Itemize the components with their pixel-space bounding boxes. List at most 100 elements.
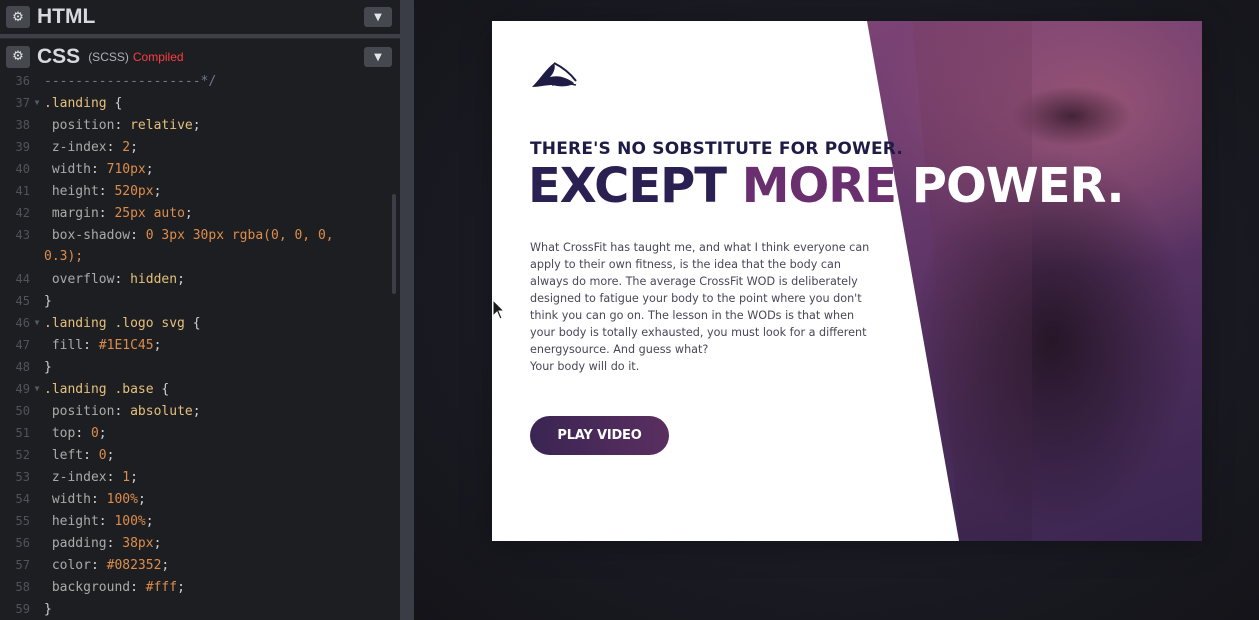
- code-scrollbar[interactable]: [392, 194, 396, 294]
- code-text: z-index: 1;: [51, 470, 138, 485]
- line-number: 50: [15, 404, 30, 418]
- code-line: 59}: [0, 598, 52, 620]
- line-number: 44: [15, 272, 30, 286]
- preview-pane: THERE'S NO SOBSTITUTE FOR POWER. EXCEPT …: [414, 0, 1259, 620]
- line-number: 51: [15, 426, 30, 440]
- code-text: margin: 25px auto;: [51, 206, 193, 221]
- line-number: 37: [15, 96, 30, 110]
- code-text: .landing .base {: [44, 382, 170, 397]
- line-number: 42: [15, 206, 30, 220]
- line-number: 53: [15, 470, 30, 484]
- line-number: 58: [15, 580, 30, 594]
- css-editor-title: CSS: [37, 44, 81, 68]
- body-last-line: Your body will do it.: [530, 360, 640, 373]
- headline-part-3: POWER.: [911, 158, 1125, 214]
- code-line: 38 position: relative;: [0, 114, 201, 136]
- play-video-button[interactable]: PLAY VIDEO: [530, 416, 669, 455]
- code-line: 55 height: 100%;: [0, 510, 154, 532]
- html-editor-header: ⚙ HTML ▼: [0, 0, 400, 34]
- mouse-pointer-icon: [492, 299, 506, 320]
- fold-arrow-icon[interactable]: ▼: [30, 312, 44, 334]
- code-line: 43 box-shadow: 0 3px 30px rgba(0, 0, 0,: [0, 224, 334, 246]
- line-number: 54: [15, 492, 30, 506]
- code-line: 58 background: #fff;: [0, 576, 185, 598]
- code-text: color: #082352;: [51, 558, 170, 573]
- line-number: 43: [15, 228, 30, 242]
- code-text: 0.3);: [44, 249, 84, 264]
- line-number: 46: [15, 316, 30, 330]
- code-text: left: 0;: [51, 448, 115, 463]
- body-paragraph: What CrossFit has taught me, and what I …: [530, 239, 875, 375]
- code-text: }: [44, 602, 52, 617]
- code-text: padding: 38px;: [51, 536, 162, 551]
- code-line: 47 fill: #1E1C45;: [0, 334, 162, 356]
- tagline: THERE'S NO SOBSTITUTE FOR POWER.: [530, 139, 904, 159]
- code-text: .landing .logo svg {: [44, 316, 201, 331]
- code-text: }: [44, 294, 52, 309]
- code-line: 51 top: 0;: [0, 422, 107, 444]
- code-text: --------------------*/: [44, 74, 217, 89]
- code-text: position: relative;: [51, 118, 201, 133]
- editor-column: ⚙ HTML ▼ ⚙ CSS (SCSS) Compiled ▼ 36 -----…: [0, 0, 400, 620]
- code-text: position: absolute;: [51, 404, 201, 419]
- line-number: 48: [15, 360, 30, 374]
- code-text: box-shadow: 0 3px 30px rgba(0, 0, 0,: [51, 228, 334, 243]
- line-number: 56: [15, 536, 30, 550]
- line-number: 41: [15, 184, 30, 198]
- code-line: 45}: [0, 290, 52, 312]
- code-text: background: #fff;: [51, 580, 185, 595]
- line-number: 45: [15, 294, 30, 308]
- line-number: 39: [15, 140, 30, 154]
- fold-arrow-icon[interactable]: ▼: [30, 92, 44, 114]
- code-line: 44 overflow: hidden;: [0, 268, 185, 290]
- code-line: 48}: [0, 356, 52, 378]
- css-settings-gear-icon[interactable]: ⚙: [6, 45, 30, 68]
- fold-arrow-icon[interactable]: ▼: [30, 378, 44, 400]
- line-number: 57: [15, 558, 30, 572]
- css-code-area[interactable]: 36 --------------------*/37 ▼ .landing {38 …: [0, 74, 400, 620]
- code-text: z-index: 2;: [51, 140, 138, 155]
- html-settings-gear-icon[interactable]: ⚙: [6, 6, 30, 28]
- line-number: 36: [15, 74, 30, 88]
- code-line: 0.3);: [0, 246, 83, 268]
- code-line: 54 width: 100%;: [0, 488, 146, 510]
- code-line: 40 width: 710px;: [0, 158, 154, 180]
- code-text: height: 100%;: [51, 514, 154, 529]
- code-text: width: 100%;: [51, 492, 146, 507]
- code-line: 50 position: absolute;: [0, 400, 201, 422]
- pane-resize-handle[interactable]: [400, 0, 414, 620]
- code-text: top: 0;: [51, 426, 107, 441]
- css-compiled-status: Compiled: [132, 49, 184, 64]
- code-line: 53 z-index: 1;: [0, 466, 138, 488]
- line-number: 47: [15, 338, 30, 352]
- brand-logo-icon: [532, 62, 577, 87]
- code-line: 46 ▼ .landing .logo svg {: [0, 312, 201, 334]
- css-collapse-chevron-icon[interactable]: ▼: [364, 47, 392, 67]
- line-number: 52: [15, 448, 30, 462]
- line-number: 38: [15, 118, 30, 132]
- line-number: 49: [15, 382, 30, 396]
- code-text: .landing {: [44, 96, 123, 111]
- code-line: 56 padding: 38px;: [0, 532, 162, 554]
- code-line: 41 height: 520px;: [0, 180, 162, 202]
- code-line: 37 ▼ .landing {: [0, 92, 123, 114]
- code-text: overflow: hidden;: [51, 272, 185, 287]
- code-text: height: 520px;: [51, 184, 162, 199]
- code-line: 49 ▼ .landing .base {: [0, 378, 170, 400]
- line-number: 59: [15, 602, 30, 616]
- line-number: 55: [15, 514, 30, 528]
- css-syntax-label: (SCSS): [88, 49, 129, 64]
- html-collapse-chevron-icon[interactable]: ▼: [364, 7, 392, 27]
- headline-part-1: EXCEPT: [528, 158, 742, 214]
- code-line: 39 z-index: 2;: [0, 136, 138, 158]
- code-line: 36 --------------------*/: [0, 74, 217, 92]
- css-editor-header: ⚙ CSS (SCSS) Compiled ▼: [0, 38, 400, 74]
- code-line: 42 margin: 25px auto;: [0, 202, 193, 224]
- body-main: What CrossFit has taught me, and what I …: [530, 241, 870, 356]
- code-text: }: [44, 360, 52, 375]
- html-editor-title: HTML: [37, 5, 96, 28]
- headline-part-2: MORE: [741, 158, 912, 214]
- line-number: 40: [15, 162, 30, 176]
- code-text: fill: #1E1C45;: [51, 338, 162, 353]
- code-text: width: 710px;: [51, 162, 154, 177]
